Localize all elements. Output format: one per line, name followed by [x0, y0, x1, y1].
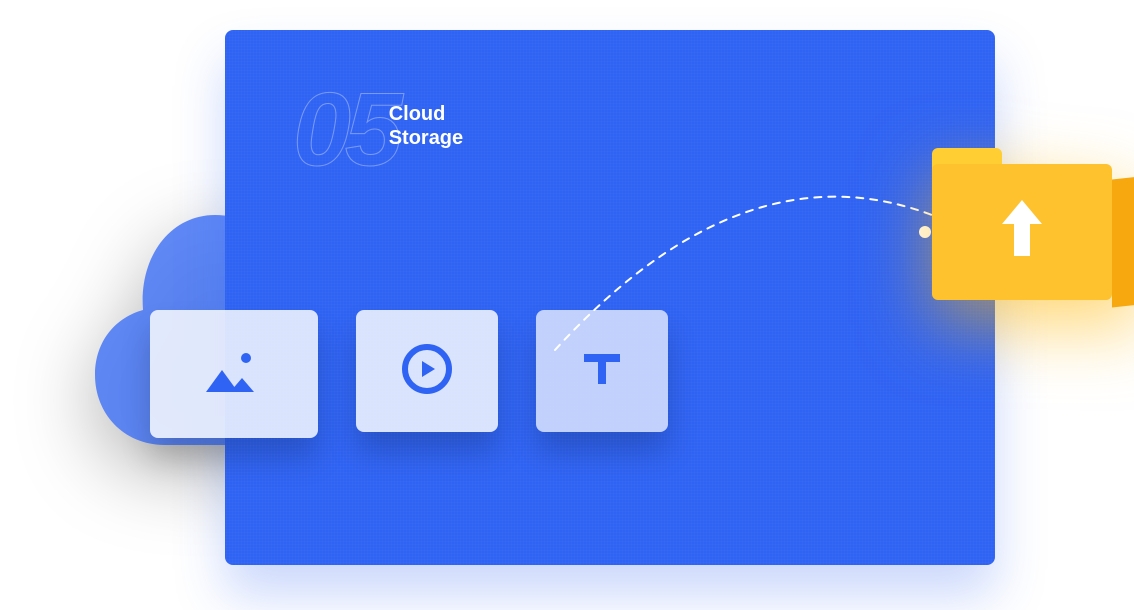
text-icon — [580, 350, 624, 393]
folder-side — [1112, 177, 1134, 308]
title-line-1: Cloud — [389, 102, 463, 126]
upload-arrow-icon — [996, 196, 1048, 269]
video-tile[interactable] — [356, 310, 498, 432]
panel-header: 05 Cloud Storage — [293, 78, 463, 182]
section-number: 05 — [293, 78, 397, 182]
text-tile[interactable] — [536, 310, 668, 432]
title-line-2: Storage — [389, 126, 463, 150]
photo-tile[interactable] — [150, 310, 318, 438]
illustration-canvas: 05 Cloud Storage — [0, 0, 1134, 610]
file-type-tiles — [150, 310, 668, 438]
upload-folder[interactable] — [932, 148, 1126, 300]
video-icon — [401, 343, 453, 400]
main-panel: 05 Cloud Storage — [225, 30, 995, 565]
panel-title: Cloud Storage — [389, 102, 463, 150]
photo-icon — [198, 344, 270, 405]
arc-endpoint-dot — [919, 226, 931, 238]
